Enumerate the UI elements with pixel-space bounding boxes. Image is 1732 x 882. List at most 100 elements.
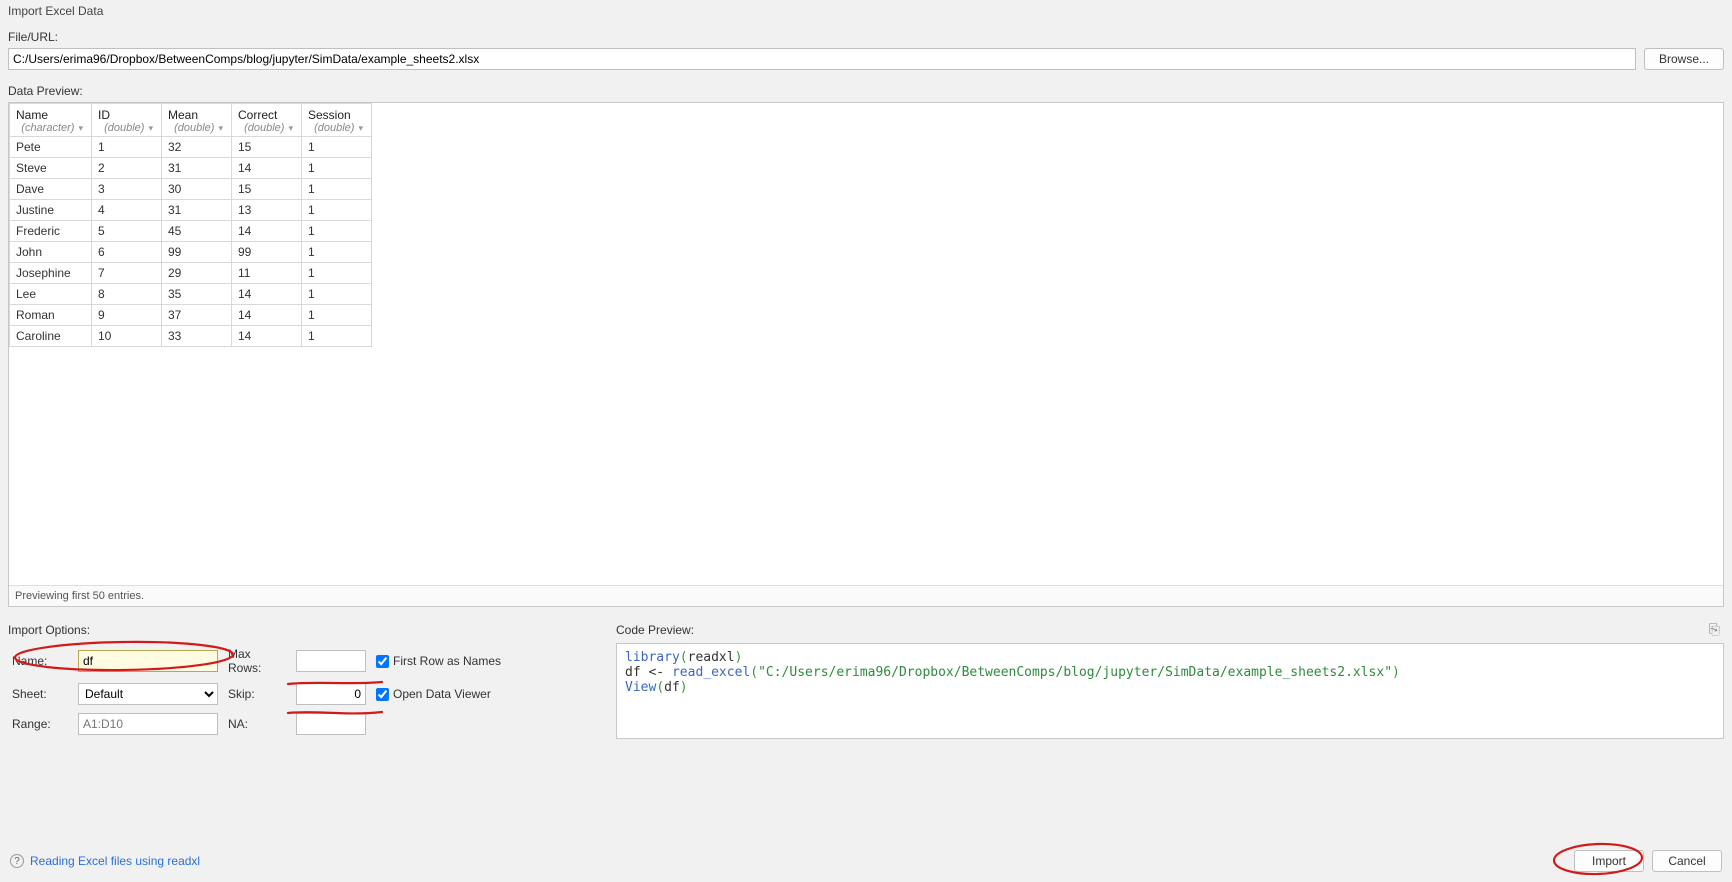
import-button[interactable]: Import <box>1574 850 1644 872</box>
name-input[interactable] <box>78 650 218 672</box>
column-header[interactable]: ID(double)▾ <box>92 104 162 137</box>
openviewer-label[interactable]: Open Data Viewer <box>393 687 491 701</box>
table-cell: 15 <box>232 137 302 158</box>
column-type-dropdown-icon[interactable]: ▾ <box>76 123 85 134</box>
table-cell: 8 <box>92 284 162 305</box>
code-preview-label: Code Preview: <box>616 617 702 641</box>
table-cell: 14 <box>232 158 302 179</box>
data-preview-label: Data Preview: <box>0 78 1732 102</box>
table-cell: 1 <box>302 242 372 263</box>
preview-status-text: Previewing first 50 entries. <box>9 585 1723 606</box>
browse-button[interactable]: Browse... <box>1644 48 1724 70</box>
na-label: NA: <box>228 717 286 731</box>
column-type-dropdown-icon[interactable]: ▾ <box>286 123 295 134</box>
help-icon[interactable]: ? <box>10 854 24 868</box>
table-row: Frederic545141 <box>10 221 372 242</box>
file-url-label: File/URL: <box>0 24 1732 48</box>
table-cell: Roman <box>10 305 92 326</box>
table-cell: 33 <box>162 326 232 347</box>
firstrow-label[interactable]: First Row as Names <box>393 654 501 668</box>
range-input[interactable] <box>78 713 218 735</box>
table-cell: 45 <box>162 221 232 242</box>
column-type-dropdown-icon[interactable]: ▾ <box>356 123 365 134</box>
table-cell: 1 <box>302 284 372 305</box>
table-cell: 35 <box>162 284 232 305</box>
table-cell: 1 <box>302 200 372 221</box>
column-header[interactable]: Name(character)▾ <box>10 104 92 137</box>
table-row: Steve231141 <box>10 158 372 179</box>
column-header[interactable]: Correct(double)▾ <box>232 104 302 137</box>
dialog-title: Import Excel Data <box>0 0 1732 24</box>
column-title: Mean <box>168 108 225 122</box>
column-title: ID <box>98 108 155 122</box>
table-cell: 10 <box>92 326 162 347</box>
table-cell: 1 <box>302 263 372 284</box>
table-row: Dave330151 <box>10 179 372 200</box>
column-type-dropdown-icon[interactable]: ▾ <box>216 123 225 134</box>
table-cell: 1 <box>302 179 372 200</box>
column-type-dropdown-icon[interactable]: ▾ <box>146 123 155 134</box>
column-title: Session <box>308 108 365 122</box>
table-cell: Frederic <box>10 221 92 242</box>
table-cell: 99 <box>232 242 302 263</box>
table-cell: 15 <box>232 179 302 200</box>
table-cell: Lee <box>10 284 92 305</box>
table-cell: 3 <box>92 179 162 200</box>
table-cell: 31 <box>162 200 232 221</box>
table-cell: Justine <box>10 200 92 221</box>
column-title: Correct <box>238 108 295 122</box>
skip-label: Skip: <box>228 687 286 701</box>
skip-input[interactable] <box>296 683 366 705</box>
table-cell: Pete <box>10 137 92 158</box>
table-cell: 13 <box>232 200 302 221</box>
table-cell: 4 <box>92 200 162 221</box>
maxrows-input[interactable] <box>296 650 366 672</box>
table-cell: 5 <box>92 221 162 242</box>
copy-code-icon[interactable]: ⎘ <box>1709 621 1720 638</box>
table-row: John699991 <box>10 242 372 263</box>
column-title: Name <box>16 108 85 122</box>
table-cell: Steve <box>10 158 92 179</box>
openviewer-checkbox[interactable] <box>376 688 389 701</box>
na-input[interactable] <box>296 713 366 735</box>
table-row: Justine431131 <box>10 200 372 221</box>
code-preview-box[interactable]: library(readxl) df <- read_excel("C:/Use… <box>616 643 1724 739</box>
table-cell: 1 <box>302 305 372 326</box>
table-cell: 14 <box>232 305 302 326</box>
import-options-label: Import Options: <box>8 617 598 641</box>
table-cell: Caroline <box>10 326 92 347</box>
help-link[interactable]: Reading Excel files using readxl <box>30 854 200 868</box>
sheet-select[interactable]: Default <box>78 683 218 705</box>
maxrows-label: Max Rows: <box>228 647 286 675</box>
table-row: Caroline1033141 <box>10 326 372 347</box>
table-cell: 9 <box>92 305 162 326</box>
table-cell: 1 <box>302 158 372 179</box>
data-preview-table: Name(character)▾ID(double)▾Mean(double)▾… <box>9 103 372 347</box>
column-header[interactable]: Session(double)▾ <box>302 104 372 137</box>
table-row: Lee835141 <box>10 284 372 305</box>
table-row: Pete132151 <box>10 137 372 158</box>
table-cell: John <box>10 242 92 263</box>
table-cell: 2 <box>92 158 162 179</box>
column-type: (double) <box>104 122 144 134</box>
table-cell: 99 <box>162 242 232 263</box>
data-preview-panel: Name(character)▾ID(double)▾Mean(double)▾… <box>8 102 1724 607</box>
table-cell: 14 <box>232 326 302 347</box>
column-type: (double) <box>244 122 284 134</box>
cancel-button[interactable]: Cancel <box>1652 850 1722 872</box>
table-cell: 32 <box>162 137 232 158</box>
column-type: (character) <box>21 122 74 134</box>
firstrow-checkbox[interactable] <box>376 655 389 668</box>
table-cell: 11 <box>232 263 302 284</box>
table-cell: 7 <box>92 263 162 284</box>
table-cell: 31 <box>162 158 232 179</box>
table-cell: 29 <box>162 263 232 284</box>
table-cell: 30 <box>162 179 232 200</box>
column-header[interactable]: Mean(double)▾ <box>162 104 232 137</box>
sheet-label: Sheet: <box>12 687 68 701</box>
table-cell: Dave <box>10 179 92 200</box>
file-url-input[interactable] <box>8 48 1636 70</box>
column-type: (double) <box>174 122 214 134</box>
table-row: Roman937141 <box>10 305 372 326</box>
range-label: Range: <box>12 717 68 731</box>
